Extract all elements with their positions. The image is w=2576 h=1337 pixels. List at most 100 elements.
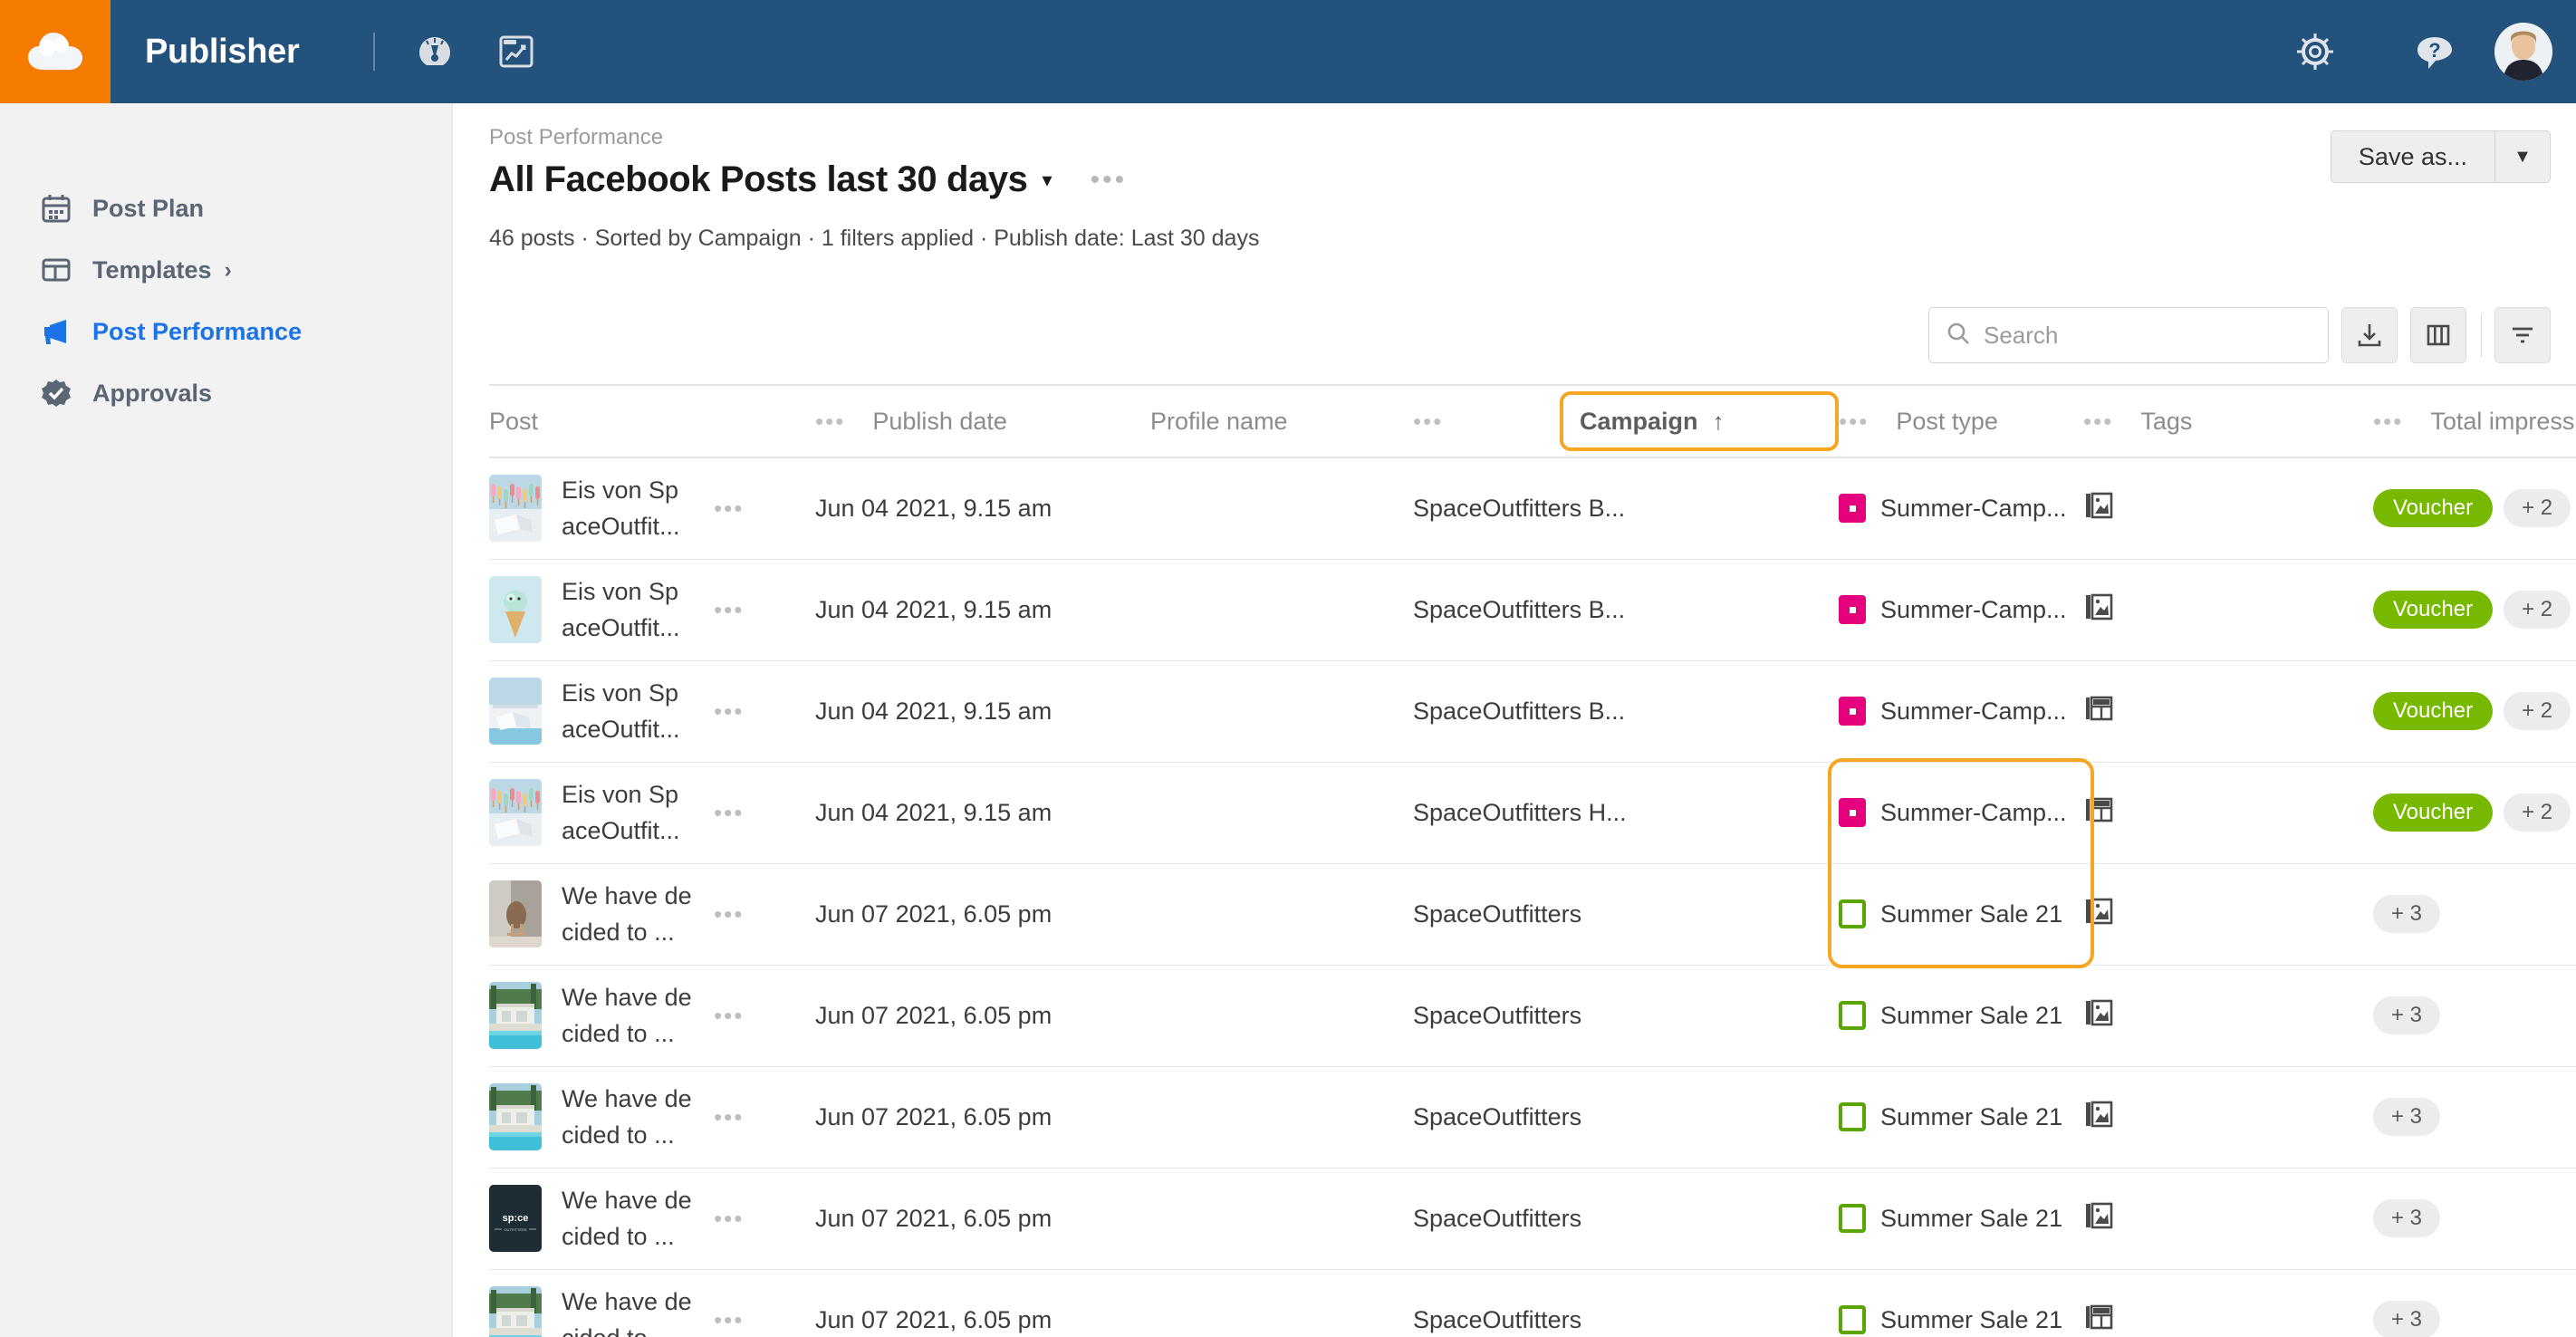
cell-campaign[interactable]: Summer-Camp...: [1839, 559, 2083, 661]
column-menu-dots[interactable]: •••: [2373, 409, 2403, 433]
table-row[interactable]: We have decided to ... ••• Jun 07 2021, 6.…: [489, 965, 2576, 1067]
tag-overflow-badge[interactable]: + 3: [2373, 1199, 2441, 1237]
cell-post[interactable]: Eis von Sp aceOutfit... •••: [489, 457, 815, 560]
table-row[interactable]: We have decided to ... ••• Jun 07 2021, 6.…: [489, 1269, 2576, 1337]
column-options-campaign[interactable]: ••• Post type: [1839, 384, 2083, 458]
column-menu-dots[interactable]: •••: [2083, 409, 2113, 433]
filter-icon[interactable]: [2494, 307, 2551, 363]
cell-tags: + 3: [2373, 1066, 2576, 1169]
table-row[interactable]: sp:ce OUTFITTERS We have de cided to ... •••…: [489, 1168, 2576, 1270]
column-options-tags[interactable]: ••• Total impressi...: [2373, 384, 2576, 458]
cell-post[interactable]: We have decided to ... •••: [489, 863, 815, 966]
cell-profile-name: SpaceOutfitters B...: [1413, 457, 1839, 560]
cell-campaign[interactable]: Summer Sale 21: [1839, 1066, 2083, 1169]
sort-ascending-icon[interactable]: ↑: [1713, 408, 1725, 436]
chevron-right-icon[interactable]: ›: [225, 257, 232, 284]
cell-post[interactable]: sp:ce OUTFITTERS We have de cided to ... •••: [489, 1168, 815, 1270]
tag-overflow-badge[interactable]: + 3: [2373, 1301, 2441, 1337]
post-text: We have decided to ...: [562, 882, 692, 946]
cell-post[interactable]: We have decided to ... •••: [489, 1269, 815, 1337]
image-icon: [2083, 490, 2373, 527]
sidebar-item-templates[interactable]: Templates ›: [0, 239, 452, 301]
sidebar-item-approvals[interactable]: Approvals: [0, 362, 452, 424]
row-menu-dots[interactable]: •••: [714, 1207, 744, 1230]
tag-overflow-badge[interactable]: + 3: [2373, 996, 2441, 1034]
campaign-name: Summer Sale 21: [1880, 1204, 2063, 1232]
search-input[interactable]: [1984, 321, 2292, 350]
tag-badge[interactable]: Voucher: [2373, 692, 2494, 730]
table-row[interactable]: Eis von Sp aceOutfit... ••• Jun 04 2021, 9.…: [489, 660, 2576, 763]
tag-badge[interactable]: Voucher: [2373, 489, 2494, 528]
campaign-color-chip: [1839, 697, 1866, 726]
gear-icon[interactable]: [2293, 30, 2337, 73]
tag-overflow-badge[interactable]: + 2: [2504, 692, 2571, 730]
row-menu-dots[interactable]: •••: [714, 699, 744, 723]
app-logo[interactable]: [0, 0, 111, 103]
table-row[interactable]: Eis von Sp aceOutfit... ••• Jun 04 2021, 9.…: [489, 559, 2576, 661]
column-menu-dots[interactable]: •••: [815, 409, 845, 433]
avatar[interactable]: [2494, 23, 2552, 81]
columns-icon[interactable]: [2410, 307, 2466, 363]
post-text: Eis von Sp aceOutfit...: [562, 781, 680, 844]
page-title[interactable]: All Facebook Posts last 30 days: [489, 159, 1028, 200]
column-header-profile-name[interactable]: Profile name: [1150, 384, 1413, 458]
cell-publish-date: Jun 04 2021, 9.15 am: [815, 762, 1413, 864]
column-options-profile-name[interactable]: •••: [1413, 384, 1576, 458]
column-header-post[interactable]: Post: [489, 384, 815, 458]
speedometer-icon[interactable]: [413, 30, 457, 73]
cell-campaign[interactable]: Summer Sale 21: [1839, 965, 2083, 1067]
save-as-button[interactable]: Save as...: [2330, 130, 2494, 183]
row-menu-dots[interactable]: •••: [714, 1105, 744, 1129]
cell-campaign[interactable]: Summer-Camp...: [1839, 457, 2083, 560]
tag-overflow-badge[interactable]: + 3: [2373, 1098, 2441, 1136]
table-row[interactable]: We have decided to ... ••• Jun 07 2021, 6.…: [489, 1066, 2576, 1169]
help-icon[interactable]: ?: [2413, 30, 2456, 73]
cell-post-type: [2083, 1269, 2373, 1337]
table-row[interactable]: We have decided to ... ••• Jun 07 2021, 6.…: [489, 863, 2576, 966]
cell-post[interactable]: Eis von Sp aceOutfit... •••: [489, 660, 815, 763]
cell-campaign[interactable]: Summer Sale 21: [1839, 863, 2083, 966]
cell-post[interactable]: Eis von Sp aceOutfit... •••: [489, 559, 815, 661]
tag-badge[interactable]: Voucher: [2373, 591, 2494, 629]
column-menu-dots[interactable]: •••: [1413, 409, 1443, 433]
cell-campaign[interactable]: Summer-Camp...: [1839, 660, 2083, 763]
row-menu-dots[interactable]: •••: [714, 902, 744, 926]
sidebar-item-post-performance[interactable]: Post Performance: [0, 301, 452, 362]
column-label: Total impressi...: [2430, 407, 2576, 435]
cell-post[interactable]: Eis von Sp aceOutfit... •••: [489, 762, 815, 864]
cell-post[interactable]: We have decided to ... •••: [489, 1066, 815, 1169]
posts-table-container[interactable]: Post ••• Publish date Profile name ••• C…: [489, 384, 2576, 1337]
table-row[interactable]: Eis von Sp aceOutfit... ••• Jun 04 2021, 9.…: [489, 457, 2576, 560]
table-header-row: Post ••• Publish date Profile name ••• C…: [489, 384, 2576, 458]
tag-badge[interactable]: Voucher: [2373, 794, 2494, 832]
chevron-down-icon[interactable]: ▾: [1043, 168, 1053, 192]
row-menu-dots[interactable]: •••: [714, 496, 744, 520]
tag-overflow-badge[interactable]: + 2: [2504, 489, 2571, 528]
save-as-dropdown-caret[interactable]: ▼: [2494, 130, 2551, 183]
row-menu-dots[interactable]: •••: [714, 598, 744, 621]
download-icon[interactable]: [2341, 307, 2398, 363]
tag-overflow-badge[interactable]: + 3: [2373, 895, 2441, 933]
analytics-window-icon[interactable]: [495, 30, 538, 73]
cell-campaign[interactable]: Summer-Camp...: [1839, 762, 2083, 864]
column-header-campaign[interactable]: Campaign ↑: [1560, 384, 1839, 458]
cell-campaign[interactable]: Summer Sale 21: [1839, 1269, 2083, 1337]
table-row[interactable]: Eis von Sp aceOutfit... ••• Jun 04 2021, 9.…: [489, 762, 2576, 864]
cell-profile-name: SpaceOutfitters B...: [1413, 660, 1839, 763]
column-menu-dots[interactable]: •••: [1839, 409, 1869, 433]
row-menu-dots[interactable]: •••: [714, 1308, 744, 1332]
sidebar-item-post-plan[interactable]: Post Plan: [0, 178, 452, 239]
cell-campaign[interactable]: Summer Sale 21: [1839, 1168, 2083, 1270]
column-options-post-type[interactable]: ••• Tags: [2083, 384, 2373, 458]
tag-overflow-badge[interactable]: + 2: [2504, 794, 2571, 832]
row-menu-dots[interactable]: •••: [714, 1004, 744, 1027]
megaphone-icon: [40, 315, 72, 348]
svg-text:sp:ce: sp:ce: [503, 1213, 529, 1224]
carousel-icon: [2083, 794, 2373, 832]
page-more-menu[interactable]: •••: [1091, 166, 1128, 193]
search-box[interactable]: [1928, 307, 2329, 363]
column-options-post[interactable]: ••• Publish date: [815, 384, 1150, 458]
tag-overflow-badge[interactable]: + 2: [2504, 591, 2571, 629]
cell-post[interactable]: We have decided to ... •••: [489, 965, 815, 1067]
row-menu-dots[interactable]: •••: [714, 801, 744, 824]
